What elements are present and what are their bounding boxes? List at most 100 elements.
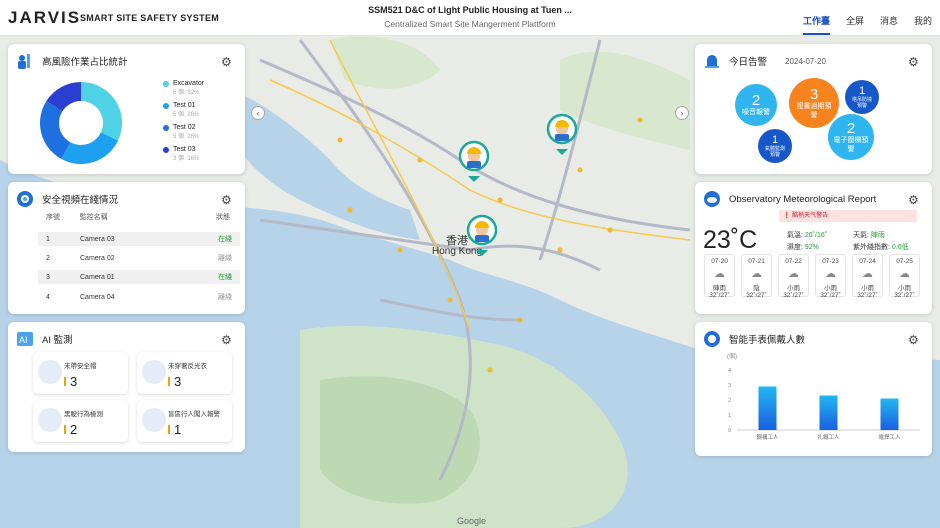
row-name: Camera 02 <box>80 254 115 262</box>
nav-messages[interactable]: 消息 <box>880 14 898 35</box>
rain-cloud-icon: ☁ <box>899 268 910 280</box>
nav-fullscreen[interactable]: 全屏 <box>846 14 864 35</box>
ai-card-blindspot[interactable]: 盲區行人闖入報警 1 <box>137 400 232 442</box>
bubble-label: 噪音報警 <box>742 109 770 116</box>
blindspot-icon <box>142 408 166 432</box>
x-tick-label: 電焊工人 <box>878 433 901 441</box>
x-tick-label: 扎鐵工人 <box>817 433 840 441</box>
ai-card-no-vest[interactable]: 未穿著反光衣 3 <box>137 352 232 394</box>
table-header: 序號 監控名稱 狀態 <box>38 212 238 222</box>
row-index: 2 <box>46 254 50 262</box>
info-label: 天氣 <box>853 232 867 239</box>
table-row[interactable]: 2 Camera 02 離綫 <box>38 251 240 265</box>
panel-title: 安全視頻在綫情況 <box>42 195 119 206</box>
ai-card-value: 1 <box>168 422 181 437</box>
forecast-date: 07-20 <box>711 258 728 265</box>
bubble-num: 2 <box>846 119 856 137</box>
project-title[interactable]: SSM521 D&C of Light Public Housing at Tu… <box>300 5 640 15</box>
donut-slice[interactable] <box>40 101 71 159</box>
row-status: 在綫 <box>218 274 232 281</box>
info-label: 紫外綫指數 <box>853 244 888 251</box>
rain-cloud-icon: ☁ <box>788 268 799 280</box>
legend-count: 5 個 <box>173 134 185 140</box>
forecast-desc: 小雨 <box>787 285 800 292</box>
weather-cloud-icon <box>704 191 720 207</box>
heat-warning: ❗ 酷熱天气警告 <box>779 210 917 222</box>
alerts-date: 2024-07-20 <box>785 56 826 66</box>
collapse-right-arrow-icon[interactable]: › <box>675 106 689 120</box>
y-tick-label: 0 <box>728 428 731 434</box>
worker-pin-icon[interactable] <box>546 113 578 155</box>
x-tick-label: 鋼構工人 <box>756 433 779 441</box>
table-row[interactable]: 4 Camera 04 離綫 <box>38 290 240 304</box>
temp-range: 氣溫: 26˚/16˚ <box>787 232 828 239</box>
alert-cert-bubble[interactable]: 3 證書過期預警 <box>789 78 839 128</box>
row-name: Camera 03 <box>80 235 115 243</box>
forecast-date: 07-24 <box>859 258 876 265</box>
bar[interactable] <box>880 398 899 431</box>
bar[interactable] <box>758 386 777 431</box>
info-value: 0.6低 <box>891 244 909 251</box>
helmet-icon <box>38 360 62 384</box>
row-index: 1 <box>46 235 50 243</box>
alert-noise-bubble[interactable]: 2 噪音報警 <box>735 84 777 126</box>
legend-name: Test 03 <box>173 146 196 153</box>
worker-pin-icon[interactable] <box>458 140 490 182</box>
settings-gear-icon[interactable]: ⚙ <box>221 56 233 68</box>
panel-header: 智能手表佩戴人數 <box>703 330 805 348</box>
alert-gas-bubble[interactable]: 1 氣體監測預警 <box>758 129 792 163</box>
vest-icon <box>142 360 166 384</box>
settings-gear-icon[interactable]: ⚙ <box>908 334 920 346</box>
legend-count: 3 個 <box>173 156 185 162</box>
panel-header: 高風險作業占比統計 <box>16 52 128 70</box>
forecast-desc: 小雨 <box>824 285 837 292</box>
forecast-date: 07-23 <box>822 258 839 265</box>
donut-slice[interactable] <box>61 132 119 164</box>
nav-mine[interactable]: 我的 <box>914 14 932 35</box>
y-tick-label: 1 <box>728 413 731 419</box>
legend-item: Test 02 5 個 26% <box>163 124 204 140</box>
info-value: 92% <box>804 244 819 251</box>
settings-gear-icon[interactable]: ⚙ <box>221 194 233 206</box>
alarm-bell-icon <box>705 55 719 68</box>
rain-cloud-icon: ☁ <box>714 268 725 280</box>
collapse-left-arrow-icon[interactable]: ‹ <box>251 106 265 120</box>
nav-workbench[interactable]: 工作臺 <box>802 14 830 35</box>
legend-count: 6 個 <box>173 90 185 96</box>
warning-text: 酷熱天气警告 <box>792 213 829 219</box>
y-tick-label: 2 <box>728 398 731 404</box>
forecast-desc: 小雨 <box>898 285 911 292</box>
donut-slice[interactable] <box>81 82 122 141</box>
top-nav: 工作臺 全屏 消息 我的 <box>802 14 932 35</box>
ai-card-no-helmet[interactable]: 未帶安全帽 3 <box>33 352 128 394</box>
settings-gear-icon[interactable]: ⚙ <box>221 334 233 346</box>
forecast-range: 32˚/27˚ <box>709 292 730 299</box>
ai-card-driving[interactable]: 黑駛行為檢測 2 <box>33 400 128 442</box>
wearables-panel: 智能手表佩戴人數 ⚙ (個) 0 1 2 3 4 鋼構工人 扎鐵工人 電焊工人 <box>695 322 932 456</box>
ai-panel: AI AI 監測 ⚙ 未帶安全帽 3 未穿著反光衣 3 黑駛行為檢測 2 盲區行… <box>8 322 245 452</box>
ai-card-value: 3 <box>168 374 181 389</box>
forecast-day: 07-24 ☁ 小雨 32˚/27˚ <box>852 254 883 299</box>
alert-crane-bubble[interactable]: 1 塔吊防撞預警 <box>845 80 879 114</box>
wearables-bar-chart: (個) 0 1 2 3 4 鋼構工人 扎鐵工人 電焊工人 <box>727 352 920 441</box>
risk-donut-chart <box>40 82 122 164</box>
panel-title: 智能手表佩戴人數 <box>729 335 806 346</box>
worker-pin-icon[interactable] <box>466 214 498 256</box>
bubble-label: 氣體監測預警 <box>764 145 785 158</box>
ai-card-value: 3 <box>64 374 77 389</box>
col-name: 監控名稱 <box>79 214 108 221</box>
alert-fence-bubble[interactable]: 2 電子圍欄預警 <box>828 114 874 160</box>
row-status: 在綫 <box>218 236 232 243</box>
forecast-day: 07-25 ☁ 小雨 32˚/27˚ <box>889 254 920 299</box>
settings-gear-icon[interactable]: ⚙ <box>908 194 920 206</box>
table-row[interactable]: 1 Camera 03 在綫 <box>38 232 240 246</box>
legend-dot <box>163 102 169 109</box>
settings-gear-icon[interactable]: ⚙ <box>908 56 920 68</box>
bar[interactable] <box>819 395 838 431</box>
table-row[interactable]: 3 Camera 01 在綫 <box>38 270 240 284</box>
top-bar: JARVIS SMART SITE SAFETY SYSTEM SSM521 D… <box>0 0 940 36</box>
y-unit-label: (個) <box>727 352 737 360</box>
video-panel: 安全視頻在綫情況 ⚙ 序號 監控名稱 狀態 1 Camera 03 在綫 2 C… <box>8 182 245 314</box>
legend-name: Excavator <box>173 80 205 87</box>
forecast-day: 07-21 ☁ 陰 32˚/27˚ <box>741 254 772 299</box>
